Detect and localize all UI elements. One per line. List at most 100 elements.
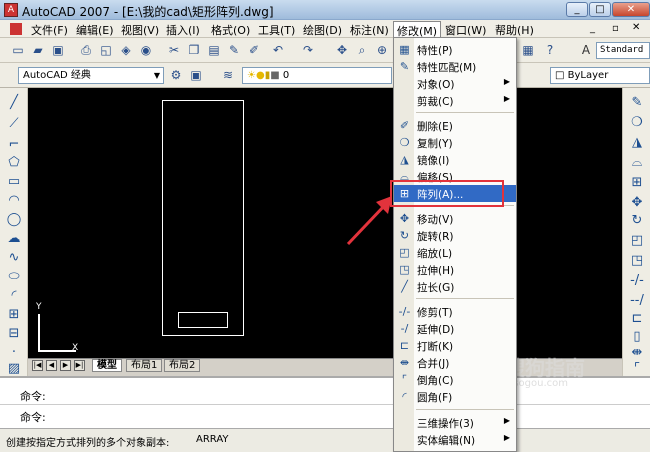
revcloud-icon[interactable]: ☁	[4, 230, 24, 248]
ellipse-arc-icon[interactable]: ◜	[4, 287, 24, 305]
copy-clip-icon[interactable]: ❐	[186, 42, 202, 58]
ellipse-icon[interactable]: ⬭	[4, 268, 24, 286]
doc-minimize-button[interactable]: _	[590, 23, 595, 34]
menu-item-3d-operations[interactable]: 三维操作(3) ▶	[394, 414, 516, 431]
menu-item-trim[interactable]: -/- 修剪(T)	[394, 303, 516, 320]
autocad-app-icon[interactable]: A	[4, 3, 18, 17]
trim-tool-icon[interactable]: -/-	[627, 272, 647, 290]
menu-item-lengthen[interactable]: ╱ 拉长(G)	[394, 278, 516, 295]
insert-block-icon[interactable]: ⊞	[4, 306, 24, 324]
menu-edit[interactable]: 编辑(E)	[73, 22, 117, 38]
prev-tab-button[interactable]: ◀	[46, 360, 57, 371]
first-tab-button[interactable]: |◀	[32, 360, 43, 371]
cut-icon[interactable]: ✂	[166, 42, 182, 58]
array-tool-icon[interactable]: ⊞	[627, 174, 647, 192]
break-tool-icon[interactable]: ⊏	[627, 310, 647, 328]
new-icon[interactable]: ▭	[10, 42, 26, 58]
save-icon[interactable]: ▣	[50, 42, 66, 58]
menu-item-move[interactable]: ✥ 移动(V)	[394, 210, 516, 227]
menu-draw[interactable]: 绘图(D)	[300, 22, 345, 38]
block-editor-icon[interactable]: ✐	[246, 42, 262, 58]
pan-icon[interactable]: ✥	[334, 42, 350, 58]
menu-item-extend[interactable]: -/ 延伸(D)	[394, 320, 516, 337]
rectangle-icon[interactable]: ▭	[4, 173, 24, 191]
zoom-window-icon[interactable]: ⊕	[374, 42, 390, 58]
preview-icon[interactable]: ◱	[98, 42, 114, 58]
tab-model[interactable]: 模型	[92, 359, 122, 372]
scale-tool-icon[interactable]: ◰	[627, 232, 647, 250]
drawing-canvas[interactable]: Y X	[28, 88, 622, 358]
erase-tool-icon[interactable]: ✎	[627, 94, 647, 112]
menu-item-fillet[interactable]: ◜ 圆角(F)	[394, 388, 516, 405]
tab-layout1[interactable]: 布局1	[126, 359, 163, 372]
paste-icon[interactable]: ▤	[206, 42, 222, 58]
small-rectangle[interactable]	[178, 312, 228, 328]
layer-combo[interactable]: ☀●▮■ 0	[242, 67, 392, 84]
stretch-tool-icon[interactable]: ◳	[627, 252, 647, 270]
match-icon[interactable]: ✎	[226, 42, 242, 58]
menu-item-break[interactable]: ⊏ 打断(K)	[394, 337, 516, 354]
rotate-tool-icon[interactable]: ↻	[627, 212, 647, 230]
menu-format[interactable]: 格式(O)	[208, 22, 253, 38]
menu-item-match-properties[interactable]: ✎ 特性匹配(M)	[394, 58, 516, 75]
line-icon[interactable]: ╱	[4, 94, 24, 112]
menu-view[interactable]: 视图(V)	[118, 22, 162, 38]
circle-icon[interactable]: ◯	[4, 211, 24, 229]
maximize-button[interactable]: □	[589, 2, 611, 17]
mirror-tool-icon[interactable]: ◮	[627, 134, 647, 152]
close-button[interactable]: ✕	[612, 2, 650, 17]
plot-icon[interactable]: ⎙	[78, 42, 94, 58]
menu-item-chamfer[interactable]: ⌜ 倒角(C)	[394, 371, 516, 388]
construction-line-icon[interactable]: ⟋	[4, 115, 24, 133]
menu-help[interactable]: 帮助(H)	[492, 22, 537, 38]
next-tab-button[interactable]: ▶	[60, 360, 71, 371]
undo-icon[interactable]: ↶	[270, 42, 286, 58]
menu-item-join[interactable]: ⇼ 合并(J)	[394, 354, 516, 371]
open-icon[interactable]: ▰	[30, 42, 46, 58]
layer-manager-icon[interactable]: ≋	[220, 67, 236, 83]
menu-item-solid-editing[interactable]: 实体编辑(N) ▶	[394, 431, 516, 448]
menu-item-clip[interactable]: 剪裁(C) ▶	[394, 92, 516, 109]
menu-tools[interactable]: 工具(T)	[255, 22, 298, 38]
menu-modify[interactable]: 修改(M)	[393, 21, 442, 38]
help-icon[interactable]: ?	[542, 42, 558, 58]
menu-item-scale[interactable]: ◰ 缩放(L)	[394, 244, 516, 261]
menu-item-mirror[interactable]: ◮ 镜像(I)	[394, 151, 516, 168]
minimize-button[interactable]: _	[566, 2, 588, 17]
last-tab-button[interactable]: ▶|	[74, 360, 85, 371]
arc-icon[interactable]: ◠	[4, 192, 24, 210]
outer-rectangle[interactable]	[162, 100, 244, 336]
menu-item-erase[interactable]: ✐ 删除(E)	[394, 117, 516, 134]
doc-close-button[interactable]: ✕	[632, 22, 640, 33]
workspace-save-icon[interactable]: ▣	[188, 67, 204, 83]
menu-item-copy[interactable]: ❍ 复制(Y)	[394, 134, 516, 151]
calculator-icon[interactable]: ▦	[520, 42, 536, 58]
zoom-realtime-icon[interactable]: ⌕	[354, 42, 370, 58]
tab-layout2[interactable]: 布局2	[164, 359, 201, 372]
menu-file[interactable]: 文件(F)	[28, 22, 71, 38]
menu-insert[interactable]: 插入(I)	[163, 22, 203, 38]
extend-tool-icon[interactable]: --/	[627, 292, 647, 310]
make-block-icon[interactable]: ⊟	[4, 325, 24, 343]
redo-icon[interactable]: ↷	[300, 42, 316, 58]
menu-item-stretch[interactable]: ◳ 拉伸(H)	[394, 261, 516, 278]
menu-item-object[interactable]: 对象(O) ▶	[394, 75, 516, 92]
workspace-combo[interactable]: AutoCAD 经典 ▼	[18, 67, 164, 84]
color-combo[interactable]: □ ByLayer	[550, 67, 650, 84]
menu-item-properties[interactable]: ▦ 特性(P)	[394, 41, 516, 58]
polygon-icon[interactable]: ⬠	[4, 154, 24, 172]
menu-dimension[interactable]: 标注(N)	[347, 22, 392, 38]
offset-tool-icon[interactable]: ⌓	[627, 154, 647, 172]
move-tool-icon[interactable]: ✥	[627, 194, 647, 212]
text-style-combo[interactable]: Standard	[596, 42, 650, 59]
menu-item-rotate[interactable]: ↻ 旋转(R)	[394, 227, 516, 244]
doc-restore-button[interactable]: ▫	[612, 23, 619, 34]
command-input[interactable]: 命令:	[20, 409, 46, 425]
document-icon[interactable]	[10, 23, 22, 35]
publish-icon[interactable]: ◈	[118, 42, 134, 58]
spline-icon[interactable]: ∿	[4, 249, 24, 267]
workspace-settings-icon[interactable]: ⚙	[168, 67, 184, 83]
web-icon[interactable]: ◉	[138, 42, 154, 58]
copy-tool-icon[interactable]: ❍	[627, 114, 647, 132]
menu-window[interactable]: 窗口(W)	[442, 22, 489, 38]
